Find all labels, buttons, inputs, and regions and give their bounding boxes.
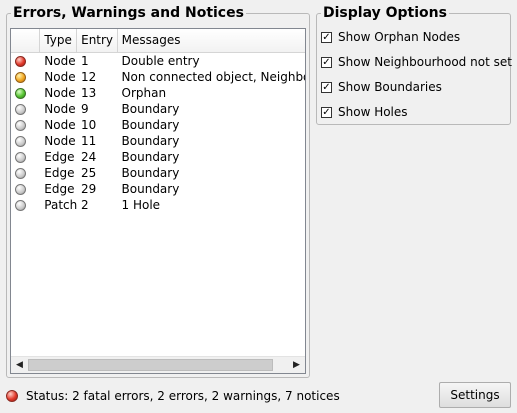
scroll-thumb[interactable]: [28, 359, 273, 371]
table-row[interactable]: Edge 25 Boundary: [11, 165, 305, 181]
errors-groupbox: Errors, Warnings and Notices Type Entry …: [6, 5, 310, 378]
row-status-cell: [11, 85, 40, 101]
row-message-cell: Double entry: [121, 54, 200, 68]
row-message-cell: Non connected object, Neighbourhood not …: [121, 70, 305, 84]
row-type-cell: Node: [44, 70, 76, 84]
status-bar: Status: 2 fatal errors, 2 errors, 2 warn…: [6, 389, 340, 403]
horizontal-scrollbar[interactable]: ◀ ▶: [11, 356, 305, 373]
status-led-icon: [15, 183, 26, 195]
status-led-icon: [15, 199, 26, 211]
option-label: Show Holes: [338, 105, 408, 119]
row-entry-cell: 11: [81, 134, 97, 148]
header-type[interactable]: Type: [40, 29, 78, 52]
row-entry-cell: 29: [81, 182, 97, 196]
row-entry-cell: 12: [81, 70, 97, 84]
arrow-right-icon: ▶: [293, 360, 300, 370]
row-entry-cell: 13: [81, 86, 97, 100]
header-entry[interactable]: Entry: [77, 29, 118, 52]
checkbox[interactable]: ✓: [321, 31, 332, 43]
row-type-cell: Node: [44, 118, 76, 132]
table-row[interactable]: Node 1 Double entry: [11, 53, 305, 69]
checkbox[interactable]: ✓: [321, 106, 332, 118]
status-led-icon: [15, 135, 26, 147]
row-entry-cell: 2: [81, 198, 89, 212]
option-show-boundaries[interactable]: ✓ Show Boundaries: [321, 80, 442, 94]
row-type-cell: Node: [44, 134, 76, 148]
table-row[interactable]: Edge 29 Boundary: [11, 181, 305, 197]
status-led-icon: [15, 103, 26, 115]
row-status-cell: [11, 101, 40, 117]
scroll-right-button[interactable]: ▶: [289, 358, 304, 372]
row-message-cell: Boundary: [121, 182, 180, 196]
status-led-icon: [15, 55, 26, 67]
row-status-cell: [11, 69, 40, 85]
row-status-cell: [11, 197, 40, 213]
row-type-cell: Edge: [44, 166, 75, 180]
errors-groupbox-title: Errors, Warnings and Notices: [11, 5, 246, 21]
row-entry-cell: 24: [81, 150, 97, 164]
option-show-orphan-nodes[interactable]: ✓ Show Orphan Nodes: [321, 30, 460, 44]
row-type-cell: Node: [44, 102, 76, 116]
table-row[interactable]: Patch 2 1 Hole: [11, 197, 305, 213]
settings-button[interactable]: Settings: [439, 382, 511, 408]
table-row[interactable]: Edge 24 Boundary: [11, 149, 305, 165]
row-status-cell: [11, 53, 40, 69]
row-type-cell: Edge: [44, 182, 75, 196]
option-label: Show Neighbourhood not set: [338, 55, 512, 69]
table-header: Type Entry Messages: [11, 29, 305, 53]
row-message-cell: Boundary: [121, 150, 180, 164]
table-body: Node 1 Double entry Node 12 Non connected obj…: [11, 53, 305, 213]
row-status-cell: [11, 133, 40, 149]
row-entry-cell: 1: [81, 54, 89, 68]
table-row[interactable]: Node 12 Non connected object, Neighbourhoo…: [11, 69, 305, 85]
status-indicator-icon: [6, 390, 18, 402]
row-type-cell: Node: [44, 86, 76, 100]
row-type-cell: Edge: [44, 150, 75, 164]
row-type-cell: Node: [44, 54, 76, 68]
header-status[interactable]: [11, 29, 41, 52]
option-show-neighbourhood-not-set[interactable]: ✓ Show Neighbourhood not set: [321, 55, 512, 69]
option-label: Show Orphan Nodes: [338, 30, 461, 44]
row-status-cell: [11, 181, 40, 197]
status-text: Status: 2 fatal errors, 2 errors, 2 warn…: [26, 389, 340, 403]
table-row[interactable]: Node 13 Orphan: [11, 85, 305, 101]
row-message-cell: Boundary: [121, 118, 180, 132]
row-message-cell: Boundary: [121, 102, 180, 116]
errors-table[interactable]: Type Entry Messages Node 1 Double entry Nod…: [10, 28, 306, 374]
status-led-icon: [15, 119, 26, 131]
header-messages[interactable]: Messages: [118, 29, 305, 52]
row-message-cell: Orphan: [121, 86, 167, 100]
row-type-cell: Patch: [44, 198, 78, 212]
option-show-holes[interactable]: ✓ Show Holes: [321, 105, 408, 119]
status-led-icon: [15, 71, 26, 83]
status-led-icon: [15, 87, 26, 99]
row-entry-cell: 25: [81, 166, 97, 180]
row-message-cell: Boundary: [121, 166, 180, 180]
row-status-cell: [11, 117, 40, 133]
checkbox[interactable]: ✓: [321, 81, 332, 93]
row-message-cell: Boundary: [121, 134, 180, 148]
checkbox[interactable]: ✓: [321, 56, 332, 68]
row-entry-cell: 10: [81, 118, 97, 132]
row-status-cell: [11, 149, 40, 165]
table-row[interactable]: Node 10 Boundary: [11, 117, 305, 133]
table-row[interactable]: Node 9 Boundary: [11, 101, 305, 117]
table-row[interactable]: Node 11 Boundary: [11, 133, 305, 149]
row-status-cell: [11, 165, 40, 181]
row-message-cell: 1 Hole: [121, 198, 161, 212]
display-options-groupbox: Display Options ✓ Show Orphan Nodes ✓ Sh…: [316, 5, 512, 125]
scroll-left-button[interactable]: ◀: [12, 358, 27, 372]
display-options-title: Display Options: [321, 5, 449, 21]
arrow-left-icon: ◀: [16, 360, 23, 370]
option-label: Show Boundaries: [338, 80, 442, 94]
row-entry-cell: 9: [81, 102, 89, 116]
status-led-icon: [15, 151, 26, 163]
status-led-icon: [15, 167, 26, 179]
